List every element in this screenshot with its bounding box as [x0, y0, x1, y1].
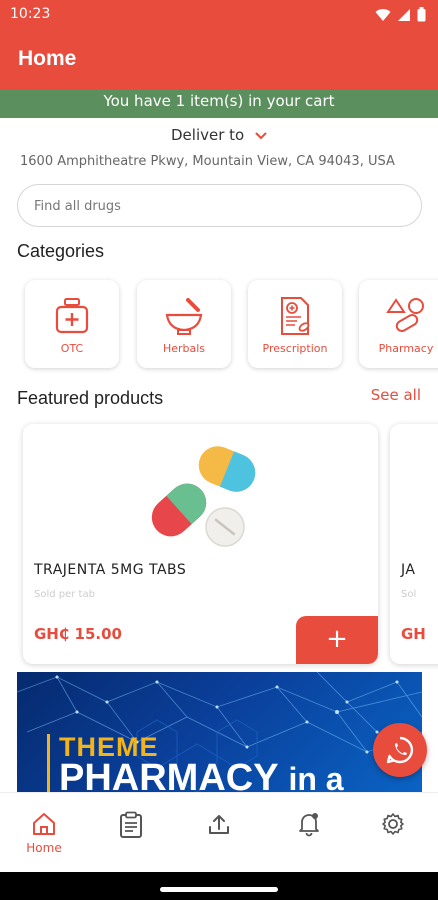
product-card[interactable]: TRAJENTA 5MG TABS Sold per tab GH₵ 15.00… — [23, 424, 378, 664]
app-bar: Home — [0, 30, 438, 90]
banner-headline: PHARMACY in a — [59, 757, 344, 792]
whatsapp-button[interactable] — [373, 723, 427, 777]
category-label: Pharmacy — [378, 342, 434, 355]
category-pharmacy[interactable]: Pharmacy — [359, 280, 438, 368]
product-image — [151, 446, 256, 547]
battery-icon — [417, 7, 426, 22]
category-prescription[interactable]: Prescription — [248, 280, 342, 368]
nav-upload[interactable] — [189, 811, 249, 837]
settings-icon — [382, 813, 404, 835]
add-to-cart-button[interactable]: + — [296, 616, 378, 664]
deliver-to-selector[interactable]: Deliver to — [0, 126, 438, 144]
bottom-navigation: Home — [0, 792, 438, 872]
mortar-pestle-icon — [165, 298, 203, 335]
banner-headline-main: PHARMACY — [59, 757, 278, 792]
first-aid-bottle-icon — [55, 298, 89, 334]
featured-products-title: Featured products — [17, 388, 164, 408]
search-bar[interactable] — [17, 184, 422, 227]
banner-headline-tail: in a — [288, 761, 344, 792]
signal-icon — [398, 8, 410, 21]
bell-icon — [299, 813, 319, 837]
nav-home-label: Home — [26, 841, 62, 855]
deliver-to-label: Deliver to — [171, 126, 245, 144]
pills-icon — [386, 298, 424, 332]
product-price: GH — [401, 625, 426, 643]
product-price: GH₵ 15.00 — [34, 625, 122, 643]
status-bar: 10:23 — [0, 0, 438, 30]
clipboard-icon — [120, 811, 142, 838]
category-label: Herbals — [162, 342, 206, 355]
nav-settings[interactable] — [363, 811, 423, 837]
see-all-link[interactable]: See all — [371, 386, 421, 404]
status-time: 10:23 — [10, 6, 51, 22]
status-icons — [375, 7, 426, 22]
product-unit: Sol — [401, 589, 417, 600]
system-navigation-bar — [0, 872, 438, 900]
page-title: Home — [18, 47, 77, 70]
product-name: TRAJENTA 5MG TABS — [34, 562, 187, 578]
cart-banner[interactable]: You have 1 item(s) in your cart — [0, 90, 438, 118]
promo-banner[interactable]: THEME PHARMACY in a — [17, 672, 422, 792]
product-card[interactable]: JA Sol GH — [390, 424, 438, 664]
home-gesture-handle[interactable] — [160, 887, 278, 892]
category-label: OTC — [60, 342, 84, 355]
categories-list: OTC Herbals Prescription Pharmacy — [0, 275, 438, 375]
category-otc[interactable]: OTC — [25, 280, 119, 368]
nav-home[interactable]: Home — [14, 811, 74, 855]
product-name: JA — [401, 562, 416, 578]
nav-orders[interactable] — [101, 811, 161, 839]
categories-title: Categories — [17, 241, 105, 261]
prescription-document-icon — [281, 297, 310, 335]
delivery-address[interactable]: 1600 Amphitheatre Pkwy, Mountain View, C… — [20, 154, 395, 169]
upload-icon — [209, 815, 229, 834]
featured-products-list: TRAJENTA 5MG TABS Sold per tab GH₵ 15.00… — [0, 420, 438, 670]
home-icon — [33, 813, 55, 835]
search-input[interactable] — [34, 196, 394, 216]
category-label: Prescription — [262, 342, 328, 355]
whatsapp-icon — [386, 736, 414, 764]
chevron-down-icon — [255, 132, 267, 139]
category-herbals[interactable]: Herbals — [137, 280, 231, 368]
wifi-icon — [375, 8, 391, 21]
product-unit: Sold per tab — [34, 589, 95, 600]
nav-notifications[interactable] — [279, 811, 339, 837]
